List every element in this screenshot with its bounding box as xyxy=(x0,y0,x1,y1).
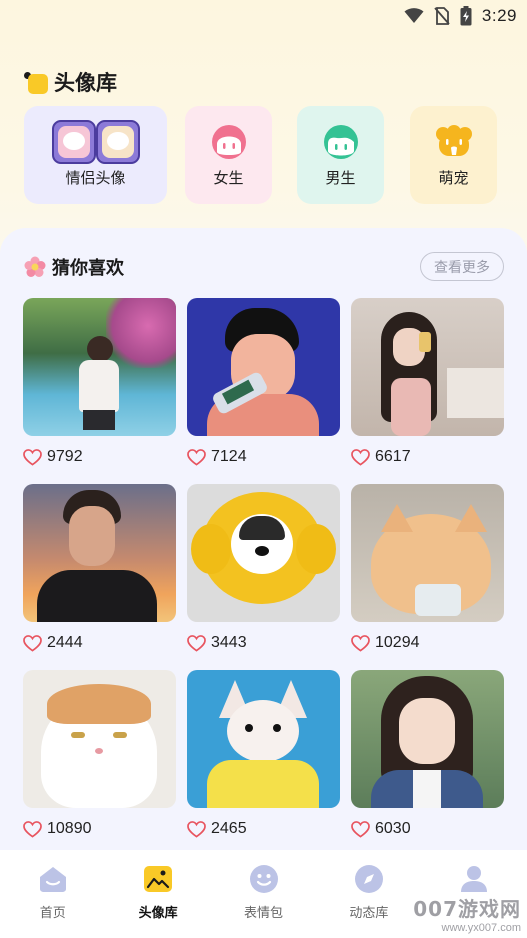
girl-face-icon xyxy=(211,124,247,160)
no-sim-icon xyxy=(434,7,450,25)
like-count: 3443 xyxy=(211,634,247,651)
avatar-card[interactable]: 10890 xyxy=(23,670,176,839)
avatar-card[interactable]: 6617 xyxy=(351,298,504,467)
user-icon xyxy=(459,864,489,894)
category-label: 萌宠 xyxy=(438,169,469,187)
like-count: 6617 xyxy=(375,448,411,465)
status-bar: 3:29 xyxy=(0,0,527,32)
grumpy-cat-photo[interactable] xyxy=(23,670,176,808)
heart-icon[interactable] xyxy=(23,634,42,652)
heart-icon[interactable] xyxy=(351,820,370,838)
like-count: 10890 xyxy=(47,820,92,837)
like-row: 3443 xyxy=(187,633,340,653)
heart-icon[interactable] xyxy=(23,448,42,466)
tab-avatar-library[interactable]: 头像库 xyxy=(105,850,210,938)
like-row: 9792 xyxy=(23,447,176,467)
category-girl[interactable]: 女生 xyxy=(185,106,272,204)
couple-cats-icon xyxy=(50,118,142,166)
category-label: 男生 xyxy=(325,169,356,187)
watermark-title: 007游戏网 xyxy=(413,897,521,921)
page-title: 头像库 xyxy=(54,71,117,95)
sleepy-cat-photo[interactable] xyxy=(351,484,504,622)
girl-portrait-photo[interactable] xyxy=(351,670,504,808)
recommend-header: 猜你喜欢 查看更多 xyxy=(24,252,504,282)
heart-icon[interactable] xyxy=(23,820,42,838)
heart-icon[interactable] xyxy=(351,448,370,466)
avatar-card[interactable]: 10294 xyxy=(351,484,504,653)
image-icon xyxy=(143,864,173,894)
see-more-button[interactable]: 查看更多 xyxy=(420,252,504,281)
tab-stickers[interactable]: 表情包 xyxy=(211,850,316,938)
tab-label: 动态库 xyxy=(349,906,389,921)
smiley-icon xyxy=(249,864,279,894)
like-count: 9792 xyxy=(47,448,83,465)
husky-in-sunflower-hat-photo[interactable] xyxy=(187,484,340,622)
chihuahua-in-sweater-photo[interactable] xyxy=(187,670,340,808)
tab-moments[interactable]: 动态库 xyxy=(316,850,421,938)
yellow-square-icon xyxy=(24,70,48,94)
girl-by-pool-photo[interactable] xyxy=(23,298,176,436)
like-row: 10294 xyxy=(351,633,504,653)
avatar-card[interactable]: 6030 xyxy=(351,670,504,839)
battery-charging-icon xyxy=(460,6,472,26)
category-boy[interactable]: 男生 xyxy=(297,106,384,204)
heart-icon[interactable] xyxy=(187,820,206,838)
avatar-card[interactable]: 2465 xyxy=(187,670,340,839)
girl-with-phone-photo[interactable] xyxy=(351,298,504,436)
like-count: 2444 xyxy=(47,634,83,651)
like-count: 6030 xyxy=(375,820,411,837)
home-icon xyxy=(38,864,68,894)
avatar-card[interactable]: 2444 xyxy=(23,484,176,653)
avatar-card[interactable]: 7124 xyxy=(187,298,340,467)
watermark: 007游戏网 www.yx007.com xyxy=(413,893,521,934)
bottom-tab-bar: 首页 头像库 表情包 动态库 007游戏网 www.yx007.com xyxy=(0,850,527,938)
tab-label: 表情包 xyxy=(244,906,284,921)
boy-drinking-illustration[interactable] xyxy=(187,298,340,436)
avatar-card[interactable]: 9792 xyxy=(23,298,176,467)
avatar-card[interactable]: 3443 xyxy=(187,484,340,653)
flower-icon xyxy=(24,256,46,277)
compass-icon xyxy=(354,864,384,894)
heart-icon[interactable] xyxy=(187,448,206,466)
category-label: 情侣头像 xyxy=(65,169,126,187)
like-row: 7124 xyxy=(187,447,340,467)
tab-label: 头像库 xyxy=(138,906,178,921)
like-count: 2465 xyxy=(211,820,247,837)
man-at-sunset-illustration[interactable] xyxy=(23,484,176,622)
like-row: 6030 xyxy=(351,819,504,839)
wifi-icon xyxy=(404,8,424,23)
like-count: 10294 xyxy=(375,634,420,651)
heart-icon[interactable] xyxy=(351,634,370,652)
like-row: 2465 xyxy=(187,819,340,839)
boy-face-icon xyxy=(323,124,359,160)
like-row: 2444 xyxy=(23,633,176,653)
section-title: 猜你喜欢 xyxy=(52,258,124,279)
page-header: 头像库 xyxy=(24,66,117,98)
category-pet[interactable]: 萌宠 xyxy=(410,106,497,204)
clock: 3:29 xyxy=(481,6,517,25)
like-count: 7124 xyxy=(211,448,247,465)
tab-home[interactable]: 首页 xyxy=(0,850,105,938)
pet-face-icon xyxy=(435,124,473,160)
like-row: 6617 xyxy=(351,447,504,467)
tab-label: 首页 xyxy=(39,906,66,921)
category-label: 女生 xyxy=(213,169,244,187)
heart-icon[interactable] xyxy=(187,634,206,652)
category-couple[interactable]: 情侣头像 xyxy=(24,106,167,204)
watermark-url: www.yx007.com xyxy=(441,922,521,934)
like-row: 10890 xyxy=(23,819,176,839)
